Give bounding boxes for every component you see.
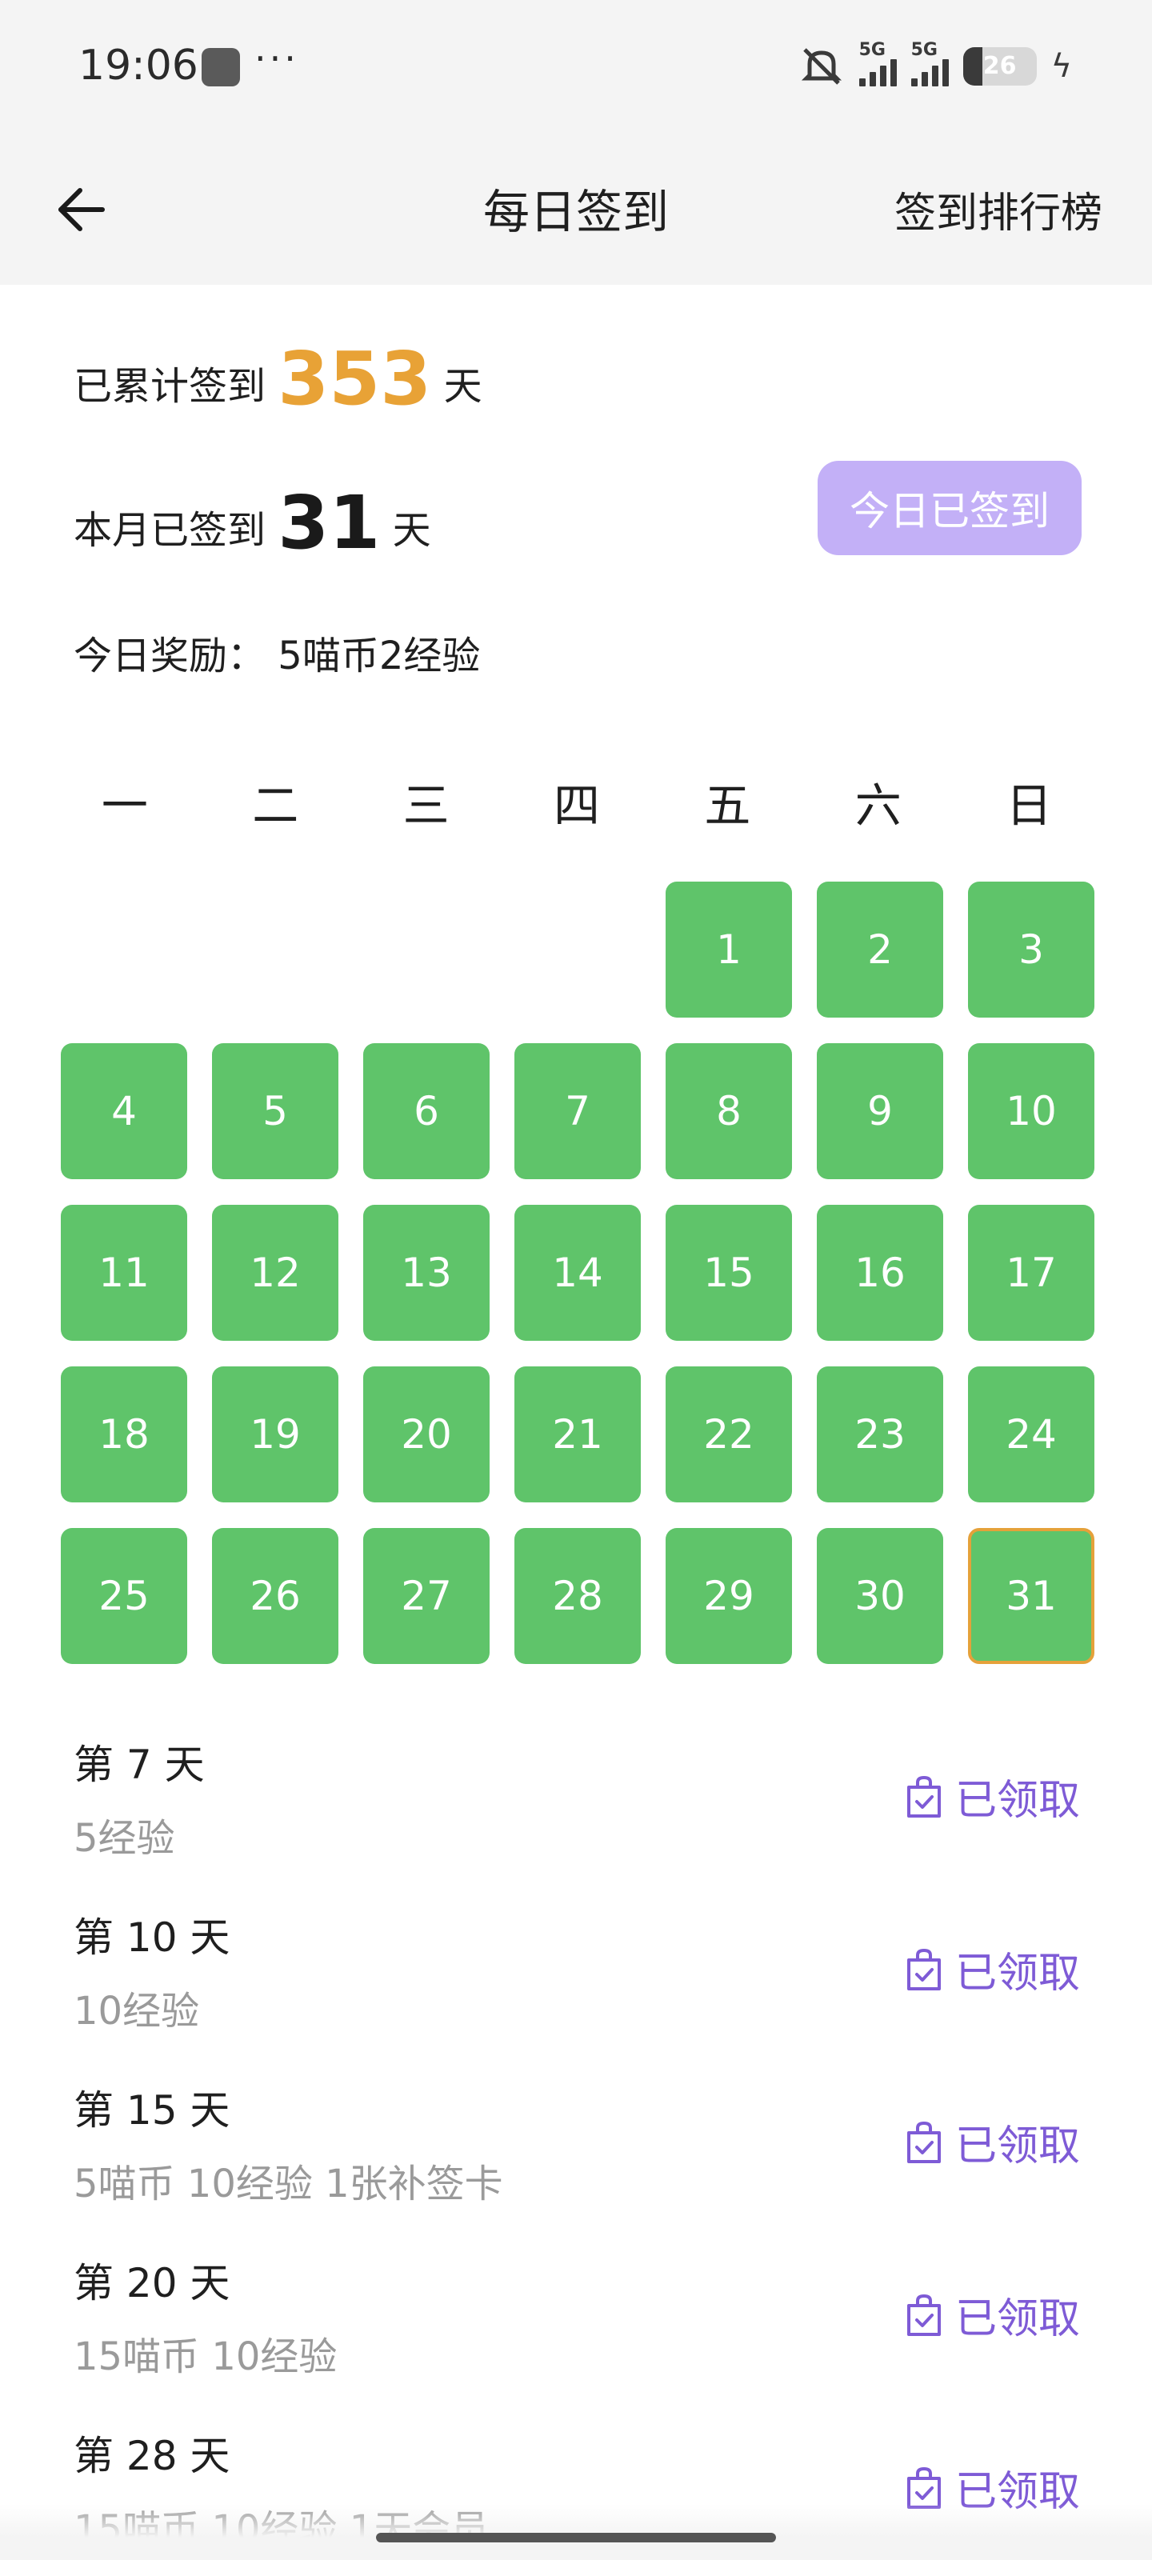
status-bar: 19:06 ··· 5G 5G 26 ϟ bbox=[0, 0, 1152, 136]
gift-bag-icon bbox=[906, 1775, 941, 1818]
month-checkin-unit: 天 bbox=[392, 508, 431, 553]
reward-status-label: 已领取 bbox=[954, 1777, 1080, 1825]
calendar-day-2[interactable]: 2 bbox=[817, 882, 943, 1018]
calendar-day-17[interactable]: 17 bbox=[968, 1205, 1094, 1341]
calendar-day-13[interactable]: 13 bbox=[363, 1205, 490, 1341]
calendar-day-28[interactable]: 28 bbox=[514, 1528, 641, 1664]
checked-in-button[interactable]: 今日已签到 bbox=[818, 461, 1082, 555]
reward-description: 5经验 bbox=[74, 1816, 175, 1861]
reward-row: 第 15 天 5喵币 10经验 1张补签卡 已领取 bbox=[0, 2058, 1152, 2230]
battery-icon: 26 bbox=[962, 47, 1037, 86]
home-indicator[interactable] bbox=[376, 2533, 776, 2542]
network-type-label: 5G bbox=[858, 40, 886, 60]
app-notification-icon bbox=[202, 48, 240, 86]
total-checkin-days: 353 bbox=[278, 336, 432, 422]
total-checkin-unit: 天 bbox=[443, 364, 482, 409]
reward-title: 第 20 天 bbox=[74, 2260, 230, 2306]
calendar-day-27[interactable]: 27 bbox=[363, 1528, 490, 1664]
calendar-day-25[interactable]: 25 bbox=[61, 1528, 187, 1664]
gift-bag-icon bbox=[906, 2294, 941, 2336]
calendar-day-4[interactable]: 4 bbox=[61, 1043, 187, 1179]
today-reward: 今日奖励： 5喵币2经验 bbox=[74, 624, 480, 680]
reward-row: 第 20 天 15喵币 10经验 已领取 bbox=[0, 2230, 1152, 2403]
month-checkin-days: 31 bbox=[278, 480, 381, 566]
calendar-day-5[interactable]: 5 bbox=[212, 1043, 338, 1179]
calendar-day-29[interactable]: 29 bbox=[666, 1528, 792, 1664]
calendar-day-30[interactable]: 30 bbox=[817, 1528, 943, 1664]
month-checkin-label: 本月已签到 bbox=[74, 508, 266, 553]
reward-title: 第 10 天 bbox=[74, 1914, 230, 1961]
charging-icon: ϟ bbox=[1050, 48, 1072, 85]
calendar-day-18[interactable]: 18 bbox=[61, 1366, 187, 1502]
month-checkin-stat: 本月已签到 31 天 bbox=[74, 480, 431, 566]
calendar-day-9[interactable]: 9 bbox=[817, 1043, 943, 1179]
weekday-label: 日 bbox=[1006, 778, 1053, 833]
calendar-day-6[interactable]: 6 bbox=[363, 1043, 490, 1179]
signal-icon: 5G bbox=[910, 40, 949, 86]
reward-description: 15喵币 10经验 bbox=[74, 2334, 338, 2379]
app-header: 每日签到 签到排行榜 bbox=[0, 136, 1152, 285]
calendar-day-21[interactable]: 21 bbox=[514, 1366, 641, 1502]
reward-description: 5喵币 10经验 1张补签卡 bbox=[74, 2162, 503, 2206]
calendar-day-26[interactable]: 26 bbox=[212, 1528, 338, 1664]
calendar-day-8[interactable]: 8 bbox=[666, 1043, 792, 1179]
calendar-day-24[interactable]: 24 bbox=[968, 1366, 1094, 1502]
weekday-label: 一 bbox=[101, 778, 148, 833]
weekday-label: 三 bbox=[402, 778, 450, 833]
weekday-header: 一二三四五六日 bbox=[61, 768, 1093, 835]
calendar-day-20[interactable]: 20 bbox=[363, 1366, 490, 1502]
bottom-fade bbox=[0, 2504, 1152, 2560]
gift-bag-icon bbox=[906, 2121, 941, 2163]
total-checkin-label: 已累计签到 bbox=[74, 364, 266, 409]
calendar-day-7[interactable]: 7 bbox=[514, 1043, 641, 1179]
calendar-day-15[interactable]: 15 bbox=[666, 1205, 792, 1341]
calendar-day-3[interactable]: 3 bbox=[968, 882, 1094, 1018]
reward-status-label: 已领取 bbox=[954, 2122, 1080, 2170]
network-type-label: 5G bbox=[910, 40, 938, 60]
calendar-day-1[interactable]: 1 bbox=[666, 882, 792, 1018]
today-reward-value: 5喵币2经验 bbox=[278, 634, 481, 678]
calendar-day-23[interactable]: 23 bbox=[817, 1366, 943, 1502]
reward-title: 第 15 天 bbox=[74, 2087, 230, 2134]
reward-claimed-status[interactable]: 已领取 bbox=[904, 2285, 1080, 2345]
calendar-day-22[interactable]: 22 bbox=[666, 1366, 792, 1502]
more-notifications-icon: ··· bbox=[254, 37, 299, 80]
weekday-label: 五 bbox=[704, 778, 751, 833]
weekday-label: 六 bbox=[854, 778, 902, 833]
calendar-day-19[interactable]: 19 bbox=[212, 1366, 338, 1502]
status-icons: 5G 5G 26 ϟ bbox=[798, 40, 1072, 93]
ranking-link[interactable]: 签到排行榜 bbox=[894, 179, 1102, 239]
signal-icon: 5G bbox=[858, 40, 897, 86]
reward-claimed-status[interactable]: 已领取 bbox=[904, 1939, 1080, 1999]
calendar-day-14[interactable]: 14 bbox=[514, 1205, 641, 1341]
mute-icon bbox=[801, 48, 842, 85]
weekday-label: 四 bbox=[554, 778, 601, 833]
reward-claimed-status[interactable]: 已领取 bbox=[904, 1766, 1080, 1826]
status-time: 19:06 bbox=[78, 42, 198, 90]
weekday-label: 二 bbox=[252, 778, 299, 833]
today-reward-label: 今日奖励： bbox=[74, 634, 266, 678]
reward-title: 第 28 天 bbox=[74, 2433, 230, 2479]
gift-bag-icon bbox=[906, 1948, 941, 1990]
calendar-day-12[interactable]: 12 bbox=[212, 1205, 338, 1341]
battery-level: 26 bbox=[982, 52, 1017, 80]
reward-status-label: 已领取 bbox=[954, 2295, 1080, 2343]
reward-claimed-status[interactable]: 已领取 bbox=[904, 2112, 1080, 2172]
reward-row: 第 7 天 5经验 已领取 bbox=[0, 1712, 1152, 1885]
calendar-day-11[interactable]: 11 bbox=[61, 1205, 187, 1341]
reward-status-label: 已领取 bbox=[954, 1950, 1080, 1998]
reward-title: 第 7 天 bbox=[74, 1742, 205, 1788]
reward-description: 10经验 bbox=[74, 1989, 200, 2034]
total-checkin-stat: 已累计签到 353 天 bbox=[74, 336, 482, 422]
calendar-day-10[interactable]: 10 bbox=[968, 1043, 1094, 1179]
calendar-day-16[interactable]: 16 bbox=[817, 1205, 943, 1341]
reward-row: 第 10 天 10经验 已领取 bbox=[0, 1885, 1152, 2058]
calendar-day-31[interactable]: 31 bbox=[968, 1528, 1094, 1664]
